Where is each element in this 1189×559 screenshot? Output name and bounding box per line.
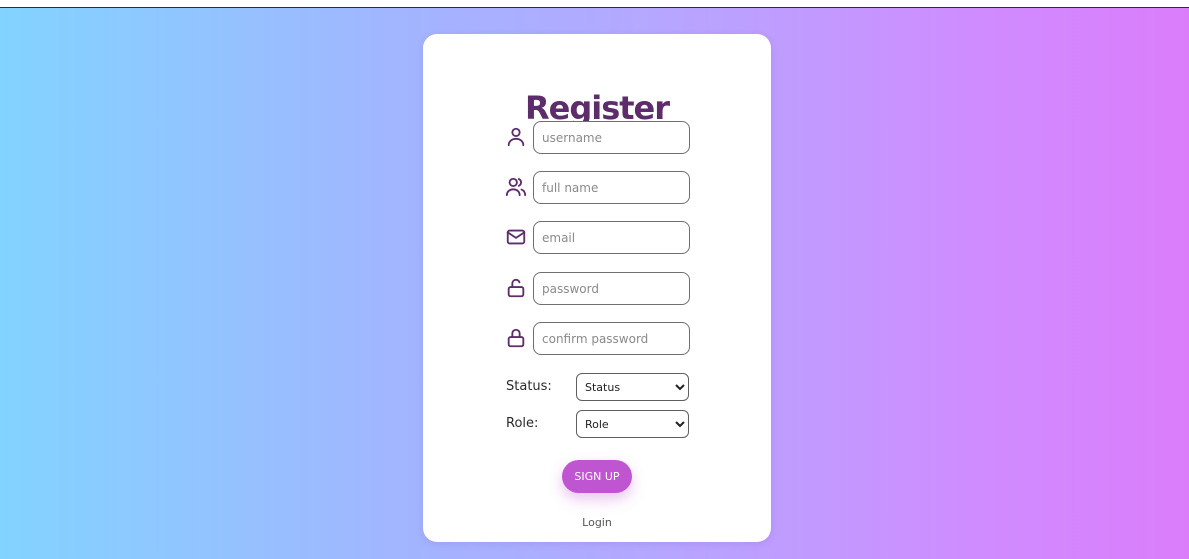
confirm-password-input[interactable] (533, 322, 690, 355)
role-row: Role: Role (506, 410, 690, 438)
register-card: Register username full name email Status… (423, 34, 771, 542)
email-field[interactable] (533, 221, 690, 254)
sign-up-button[interactable]: SIGN UP (562, 460, 632, 493)
username-row (505, 121, 691, 155)
confirm-password-row (505, 322, 691, 356)
status-label: Status: (506, 379, 552, 394)
user-icon (505, 126, 527, 148)
status-row: Status: Status (506, 373, 690, 401)
email-row (505, 221, 691, 255)
full-name-row (505, 171, 691, 205)
username-input[interactable] (533, 121, 690, 154)
role-label: Role: (506, 416, 539, 431)
status-select[interactable]: Status (576, 373, 689, 401)
lock-icon (505, 327, 527, 349)
unlock-icon (505, 277, 527, 299)
login-link[interactable]: Login (423, 516, 771, 529)
password-input[interactable] (533, 272, 690, 305)
mail-icon (505, 226, 527, 248)
browser-top-edge (0, 0, 1189, 8)
password-row (505, 272, 691, 306)
users-icon (505, 176, 527, 198)
role-select[interactable]: Role (576, 410, 689, 438)
full-name-input[interactable] (533, 171, 690, 204)
